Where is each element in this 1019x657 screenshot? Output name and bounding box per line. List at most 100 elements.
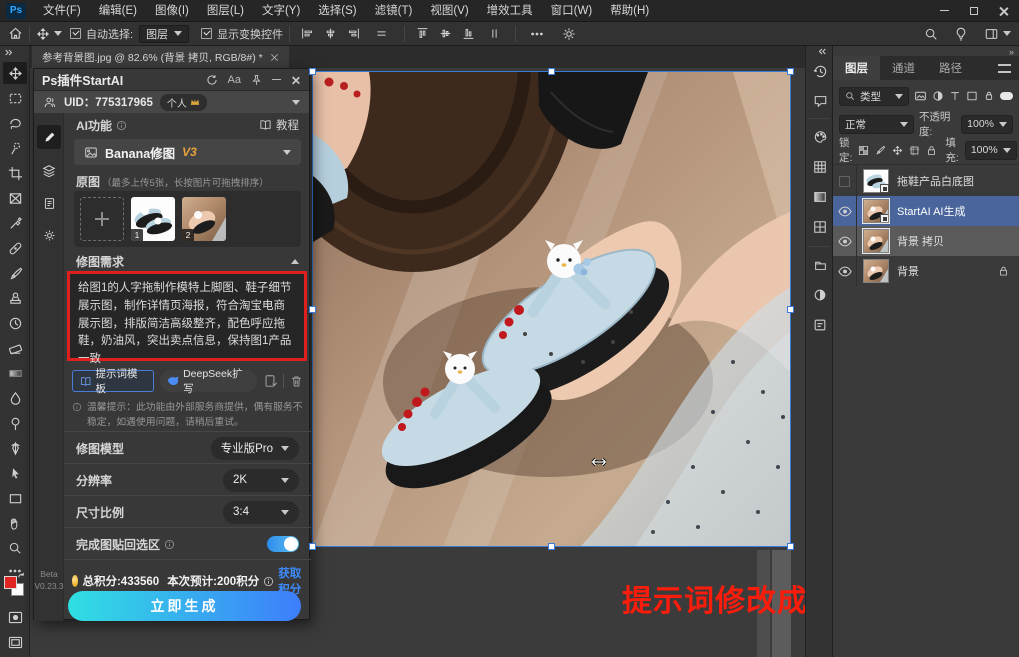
layer-thumbnail[interactable]: [863, 259, 889, 283]
transform-handle-bottom-right[interactable]: [787, 543, 794, 550]
rectangle-tool[interactable]: [3, 487, 27, 509]
maximize-button[interactable]: [959, 0, 989, 22]
quick-mask-icon[interactable]: [3, 606, 27, 628]
blur-tool[interactable]: [3, 387, 27, 409]
uploaded-image-2[interactable]: 2: [182, 197, 226, 241]
filter-adjustment-icon[interactable]: [932, 90, 944, 102]
align-left-icon[interactable]: [301, 27, 314, 40]
menu-plugins[interactable]: 增效工具: [478, 0, 542, 22]
pin-icon[interactable]: [251, 74, 262, 86]
opacity-dropdown[interactable]: 100%: [961, 114, 1013, 134]
patterns-panel-icon[interactable]: [811, 218, 829, 236]
align-center-h-icon[interactable]: [324, 27, 337, 40]
deepseek-expand-button[interactable]: DeepSeek扩写: [159, 368, 258, 395]
gradients-panel-icon[interactable]: [811, 188, 829, 206]
transform-handle-middle-right[interactable]: [787, 306, 794, 313]
uid-chevron-icon[interactable]: [292, 99, 300, 105]
close-panel-icon[interactable]: [291, 75, 301, 85]
model-dropdown[interactable]: 专业版Pro: [210, 436, 299, 460]
prompt-template-button[interactable]: 提示词模板: [72, 368, 154, 395]
filter-smart-object-icon[interactable]: [983, 90, 995, 102]
menu-select[interactable]: 选择(S): [309, 0, 365, 22]
layer-thumbnail[interactable]: [862, 228, 890, 254]
healing-brush-tool[interactable]: [3, 237, 27, 259]
menu-image[interactable]: 图像(I): [146, 0, 198, 22]
clone-stamp-tool[interactable]: [3, 287, 27, 309]
menu-file[interactable]: 文件(F): [34, 0, 90, 22]
screen-mode-icon[interactable]: [3, 631, 27, 653]
quick-selection-tool[interactable]: [3, 137, 27, 159]
crop-tool[interactable]: [3, 162, 27, 184]
paste-back-info-icon[interactable]: [164, 539, 175, 550]
move-tool-chevron-icon[interactable]: [54, 31, 62, 36]
tutorial-link[interactable]: 教程: [259, 117, 299, 133]
fill-dropdown[interactable]: 100%: [964, 140, 1017, 160]
rail-tasks-icon[interactable]: [37, 191, 61, 215]
frame-tool[interactable]: [3, 187, 27, 209]
more-options-icon[interactable]: [530, 27, 544, 41]
zoom-tool[interactable]: [3, 537, 27, 559]
layer-name[interactable]: StartAI AI生成: [897, 203, 965, 219]
filter-pixel-icon[interactable]: [914, 90, 927, 102]
layer-name[interactable]: 背景: [897, 263, 919, 279]
auto-select-checkbox[interactable]: [70, 28, 81, 39]
close-button[interactable]: [989, 0, 1019, 22]
move-tool[interactable]: [3, 62, 27, 84]
move-tool-icon[interactable]: [36, 27, 50, 41]
transform-handle-middle-left[interactable]: [309, 306, 316, 313]
credits-info-icon[interactable]: [263, 576, 274, 587]
filter-type-dropdown[interactable]: 类型: [839, 86, 909, 106]
save-prompt-icon[interactable]: [263, 374, 278, 388]
history-panel-icon[interactable]: [811, 62, 829, 80]
ratio-dropdown[interactable]: 3:4: [223, 500, 299, 524]
search-icon[interactable]: [924, 27, 938, 41]
marquee-tool[interactable]: [3, 87, 27, 109]
paste-back-toggle[interactable]: [267, 536, 299, 552]
lock-transparent-icon[interactable]: [858, 145, 869, 156]
filter-shape-icon[interactable]: [966, 90, 978, 102]
align-top-icon[interactable]: [416, 27, 429, 40]
color-panel-icon[interactable]: [811, 128, 829, 146]
rail-edit-icon[interactable]: [37, 125, 61, 149]
collapse-panels-icon[interactable]: [817, 47, 827, 56]
menu-help[interactable]: 帮助(H): [601, 0, 658, 22]
close-document-icon[interactable]: [271, 53, 279, 61]
transform-handle-top-right[interactable]: [787, 68, 794, 75]
layer-row-background-copy[interactable]: 背景 拷贝: [833, 226, 1019, 256]
transform-handle-top-left[interactable]: [309, 68, 316, 75]
menu-view[interactable]: 视图(V): [421, 0, 477, 22]
generate-button[interactable]: 立即生成: [68, 591, 301, 621]
align-right-icon[interactable]: [347, 27, 360, 40]
menu-window[interactable]: 窗口(W): [542, 0, 602, 22]
brush-tool[interactable]: [3, 262, 27, 284]
workspace-chevron-icon[interactable]: [1003, 31, 1011, 36]
foreground-color[interactable]: [4, 576, 17, 589]
resolution-dropdown[interactable]: 2K: [223, 468, 299, 492]
filter-type-text-icon[interactable]: [949, 90, 961, 102]
photo-layer-transform[interactable]: [309, 68, 794, 550]
font-size-icon[interactable]: Aa: [228, 74, 241, 86]
visibility-toggle[interactable]: [833, 196, 857, 226]
refresh-icon[interactable]: [206, 74, 218, 86]
delete-prompt-icon[interactable]: [290, 375, 303, 388]
document-tab[interactable]: 参考背景图.jpg @ 82.6% (背景 拷贝, RGB/8#) *: [32, 46, 289, 68]
layer-row-startai[interactable]: StartAI AI生成: [833, 196, 1019, 226]
minimize-button[interactable]: [929, 0, 959, 22]
lock-artboard-icon[interactable]: [909, 145, 920, 156]
rail-settings-gear-icon[interactable]: [37, 223, 61, 247]
align-bottom-icon[interactable]: [462, 27, 475, 40]
swap-colors-icon[interactable]: [17, 572, 26, 581]
path-selection-tool[interactable]: [3, 462, 27, 484]
distribute-v-icon[interactable]: [488, 27, 501, 40]
tab-paths[interactable]: 路径: [927, 56, 974, 80]
properties-panel-icon[interactable]: [811, 316, 829, 334]
tab-channels[interactable]: 通道: [880, 56, 927, 80]
eyedropper-tool[interactable]: [3, 212, 27, 234]
comments-panel-icon[interactable]: [811, 92, 829, 110]
libraries-panel-icon[interactable]: [811, 256, 829, 274]
blend-mode-dropdown[interactable]: 正常: [839, 114, 914, 134]
panel-menu-icon[interactable]: [998, 64, 1011, 73]
layer-row-background[interactable]: 背景: [833, 256, 1019, 286]
rail-layers-icon[interactable]: [37, 159, 61, 183]
collapse-section-icon[interactable]: [291, 259, 299, 264]
